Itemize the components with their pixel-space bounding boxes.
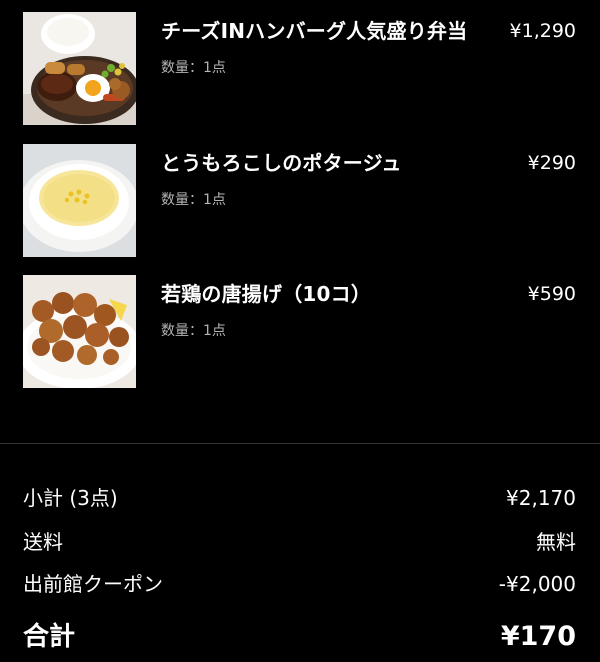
cart-item[interactable]: チーズINハンバーグ人気盛り弁当 数量：1点 ¥1,290 — [0, 12, 600, 126]
coupon-label: 出前館クーポン — [23, 572, 163, 596]
coupon-value: -¥2,000 — [498, 572, 576, 596]
item-name: チーズINハンバーグ人気盛り弁当 — [161, 19, 468, 43]
shipping-row: 送料 無料 — [23, 526, 576, 558]
item-quantity: 数量：1点 — [161, 192, 226, 208]
corn-potage-image — [23, 144, 136, 257]
total-value: ¥170 — [500, 621, 576, 652]
subtotal-row: 小計 (3点) ¥2,170 — [23, 482, 576, 514]
cart-item[interactable]: とうもろこしのポタージュ 数量：1点 ¥290 — [0, 144, 600, 258]
total-label: 合計 — [23, 622, 76, 652]
karaage-image — [23, 275, 136, 388]
item-price: ¥590 — [527, 283, 576, 305]
item-quantity: 数量：1点 — [161, 323, 226, 339]
subtotal-label: 小計 (3点) — [23, 486, 118, 510]
item-price: ¥290 — [527, 152, 576, 174]
item-price: ¥1,290 — [509, 20, 576, 42]
section-divider — [0, 443, 600, 444]
shipping-label: 送料 — [23, 530, 63, 554]
item-name: とうもろこしのポタージュ — [161, 151, 402, 175]
item-quantity: 数量：1点 — [161, 60, 226, 76]
subtotal-value: ¥2,170 — [506, 486, 576, 510]
cart-item[interactable]: 若鶏の唐揚げ（10コ） 数量：1点 ¥590 — [0, 275, 600, 389]
hamburg-bento-image — [23, 12, 136, 125]
shipping-value: 無料 — [536, 530, 576, 554]
coupon-row: 出前館クーポン -¥2,000 — [23, 568, 576, 600]
item-name: 若鶏の唐揚げ（10コ） — [161, 282, 372, 306]
total-row: 合計 ¥170 — [23, 617, 576, 657]
